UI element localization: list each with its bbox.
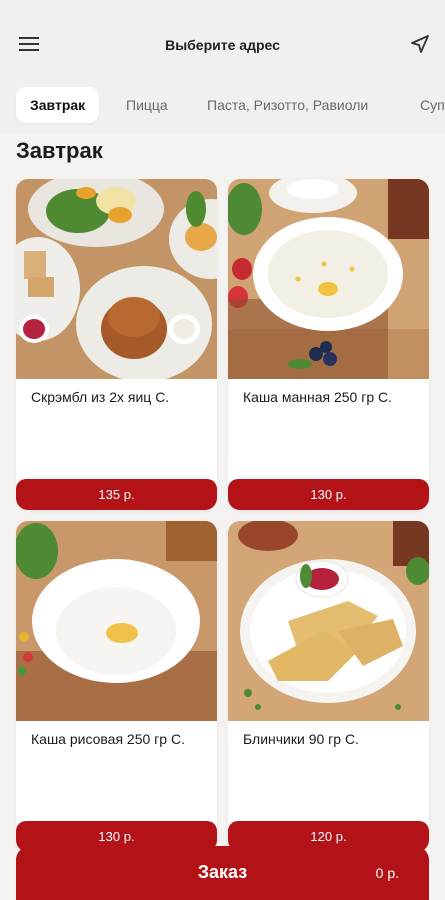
product-name: Каша рисовая 250 гр С. — [31, 731, 185, 747]
top-bar: Выберите адрес — [0, 0, 445, 82]
product-card[interactable]: Каша рисовая 250 гр С. 130 р. — [16, 521, 217, 852]
order-button[interactable]: Заказ 0 р. — [16, 846, 429, 900]
product-card[interactable]: Каша манная 250 гр С. 130 р. — [228, 179, 429, 510]
product-price-button[interactable]: 130 р. — [228, 479, 429, 510]
product-card[interactable]: Скрэмбл из 2х яиц С. 135 р. — [16, 179, 217, 510]
tab-soup[interactable]: Суп — [420, 87, 445, 123]
category-tabs: Завтрак Пицца Паста, Ризотто, Равиоли Су… — [0, 82, 445, 134]
tab-pizza[interactable]: Пицца — [126, 87, 168, 123]
navigation-arrow-icon[interactable] — [409, 33, 431, 55]
product-price-button[interactable]: 135 р. — [16, 479, 217, 510]
product-photo-semolina — [228, 179, 429, 379]
address-title[interactable]: Выберите адрес — [0, 37, 445, 53]
section-title: Завтрак — [16, 138, 103, 163]
product-photo-scramble — [16, 179, 217, 379]
menu-content: Завтрак Скрэмбл из 2х яиц С. 135 р. Каша… — [0, 134, 445, 900]
tab-breakfast[interactable]: Завтрак — [16, 87, 100, 123]
product-photo-pancakes — [228, 521, 429, 721]
order-total: 0 р. — [375, 865, 399, 881]
product-name: Скрэмбл из 2х яиц С. — [31, 389, 170, 405]
tab-pasta[interactable]: Паста, Ризотто, Равиоли — [207, 87, 368, 123]
product-card[interactable]: Блинчики 90 гр С. 120 р. — [228, 521, 429, 852]
order-label: Заказ — [197, 862, 248, 882]
product-name: Блинчики 90 гр С. — [243, 731, 359, 747]
product-name: Каша манная 250 гр С. — [243, 389, 393, 405]
product-photo-rice — [16, 521, 217, 721]
